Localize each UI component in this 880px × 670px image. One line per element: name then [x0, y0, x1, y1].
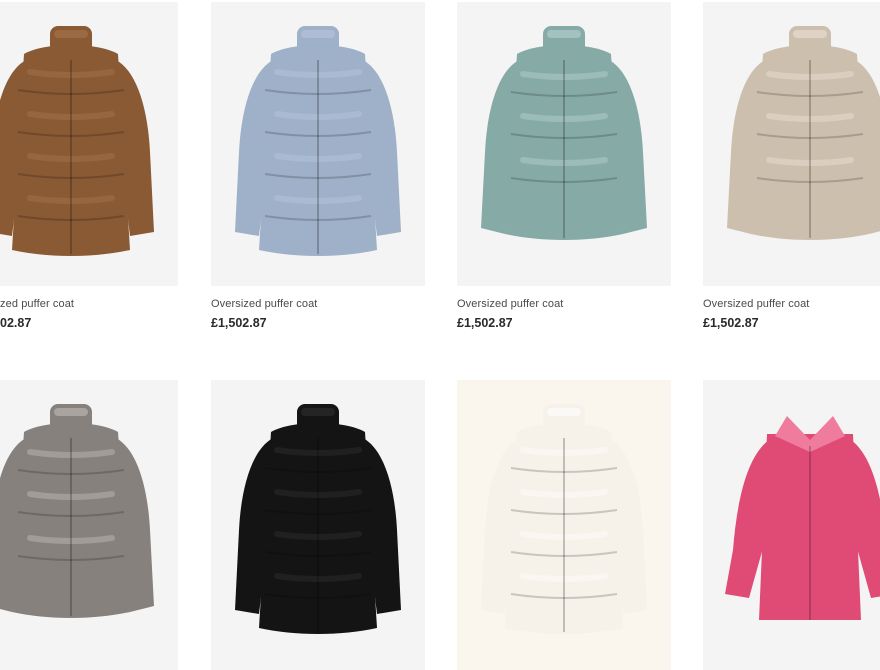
puffer-jacket-icon: [727, 26, 880, 240]
puffer-jacket-icon: [0, 404, 154, 618]
product-price: £1,502.87: [703, 316, 759, 330]
product-price: £1,502.87: [457, 316, 513, 330]
product-image-8[interactable]: [703, 380, 880, 670]
product-price: £1,502.87: [211, 316, 267, 330]
product-image-5[interactable]: [0, 380, 178, 670]
puffer-jacket-icon: [481, 26, 647, 240]
product-image-1[interactable]: [0, 2, 178, 286]
product-image-4[interactable]: [703, 2, 880, 286]
product-image-7[interactable]: [457, 380, 671, 670]
product-title[interactable]: Oversized puffer coat: [703, 298, 809, 310]
product-title[interactable]: zed puffer coat: [0, 298, 74, 310]
puffer-jacket-icon: [235, 26, 401, 256]
puffer-jacket-icon: [235, 404, 401, 634]
product-title[interactable]: Oversized puffer coat: [211, 298, 317, 310]
product-image-3[interactable]: [457, 2, 671, 286]
puffer-jacket-icon: [0, 26, 154, 256]
product-title[interactable]: Oversized puffer coat: [457, 298, 563, 310]
shirt-jacket-icon: [725, 416, 880, 620]
product-image-6[interactable]: [211, 380, 425, 670]
puffer-jacket-icon: [481, 404, 647, 634]
product-price: 02.87: [0, 316, 32, 330]
product-image-2[interactable]: [211, 2, 425, 286]
